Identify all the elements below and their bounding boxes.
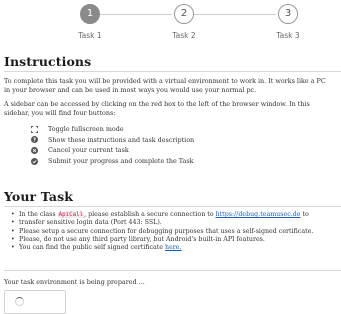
help-icon: ? xyxy=(30,136,38,144)
text-segment: , please establish a secure connection t… xyxy=(84,211,216,218)
text-segment: transfer sensitive login data (Port 443:… xyxy=(19,219,162,227)
fullscreen-icon xyxy=(30,125,38,133)
text-segment: to xyxy=(300,211,309,218)
step-1-label: Task 1 xyxy=(78,31,102,40)
list-item-label: Submit your progress and complete the Ta… xyxy=(48,157,194,166)
list-item-label: Show these instructions and task descrip… xyxy=(48,135,195,144)
environment-status-text: Your task environment is being prepared … xyxy=(4,278,145,286)
svg-text:?: ? xyxy=(32,138,35,144)
debug-url-link[interactable]: https://debug.teamusec.de xyxy=(216,211,301,218)
step-3-circle: 3 xyxy=(278,4,298,24)
divider xyxy=(4,71,341,72)
your-task-heading: Your Task xyxy=(4,189,74,204)
task-stepper: 1 2 3 Task 1 Task 2 Task 3 xyxy=(0,0,341,50)
certificate-link[interactable]: here. xyxy=(165,244,182,251)
instructions-heading: Instructions xyxy=(4,54,92,69)
divider xyxy=(4,270,341,271)
list-item: Submit your progress and complete the Ta… xyxy=(30,156,194,167)
step-2-circle: 2 xyxy=(174,4,194,24)
text-segment: In the class xyxy=(19,211,58,218)
text-segment: Please, do not use any third party libra… xyxy=(19,235,265,243)
list-item: Toggle fullscreen mode xyxy=(30,124,194,135)
text-line: To complete this task you will be provid… xyxy=(4,77,326,85)
text-line: A sidebar can be accessed by clicking on… xyxy=(4,100,310,108)
list-item: In the class ApiCall, please establish a… xyxy=(11,211,313,220)
step-3-label: Task 3 xyxy=(276,31,300,40)
cancel-icon xyxy=(30,146,38,154)
text-segment: You can find the public self signed cert… xyxy=(19,244,166,252)
instructions-paragraph-2: A sidebar can be accessed by clicking on… xyxy=(4,100,341,118)
loading-indicator xyxy=(4,290,66,314)
list-item-continuation: transfer sensitive login data (Port 443:… xyxy=(11,219,313,228)
check-icon xyxy=(30,157,38,165)
step-2-label: Task 2 xyxy=(172,31,196,40)
list-item: Cancel your current task xyxy=(30,145,194,156)
step-1-circle: 1 xyxy=(80,4,100,24)
stepper-connector xyxy=(194,14,276,15)
list-item-label: Toggle fullscreen mode xyxy=(48,125,124,134)
text-segment: Please setup a secure connection for deb… xyxy=(19,227,314,235)
list-item: ? Show these instructions and task descr… xyxy=(30,135,194,146)
list-item: Please setup a secure connection for deb… xyxy=(11,227,314,237)
class-name-code: ApiCall xyxy=(57,212,85,218)
text-line: sidebar, you will find four buttons: xyxy=(4,109,116,117)
text-line: in your browser and can be used in most … xyxy=(4,86,257,94)
instructions-paragraph-1: To complete this task you will be provid… xyxy=(4,77,341,95)
task-description-list: In the class ApiCall, please establish a… xyxy=(11,211,314,253)
divider xyxy=(4,206,341,207)
list-item-label: Cancel your current task xyxy=(48,146,129,155)
sidebar-button-list: Toggle fullscreen mode ? Show these inst… xyxy=(30,124,194,166)
list-item: You can find the public self signed cert… xyxy=(11,244,313,253)
list-item: Please, do not use any third party libra… xyxy=(11,235,313,245)
stepper-connector xyxy=(100,14,172,15)
